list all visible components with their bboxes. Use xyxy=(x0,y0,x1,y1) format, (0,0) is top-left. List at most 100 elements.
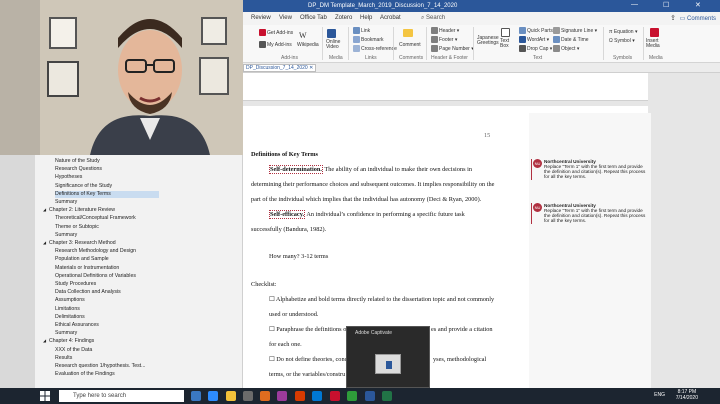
tab-office-tab[interactable]: Office Tab xyxy=(300,15,327,21)
nav-item[interactable]: Population and Sample xyxy=(55,256,159,263)
my-addins-button[interactable]: My Add-ins xyxy=(259,41,292,48)
nav-item[interactable]: Definitions of Key Terms xyxy=(55,190,159,198)
nav-item[interactable]: Summary xyxy=(55,330,159,337)
document-tab-label: DP_Discussion_7_14_2020 xyxy=(246,65,308,71)
collapse-caret-icon[interactable]: ◢ xyxy=(43,240,46,245)
text-box-button[interactable]: Text Box xyxy=(500,39,516,49)
nav-item[interactable]: Results xyxy=(55,355,159,362)
tab-view[interactable]: View xyxy=(279,15,292,21)
bookmark-button[interactable]: Bookmark xyxy=(353,36,384,43)
comment-icon[interactable] xyxy=(403,29,414,37)
zoom-icon[interactable] xyxy=(208,391,218,401)
acrobat-icon[interactable] xyxy=(330,391,340,401)
greenshot-icon[interactable] xyxy=(347,391,357,401)
nav-item[interactable]: Summary xyxy=(55,232,159,239)
ribbon-divider xyxy=(426,27,427,60)
tab-help[interactable]: Help xyxy=(360,15,372,21)
nav-item[interactable]: Theme or Subtopic xyxy=(55,224,159,231)
share-icon[interactable]: ⇪ xyxy=(670,14,676,22)
nav-item[interactable]: Summary xyxy=(55,199,159,206)
link-button[interactable]: Link xyxy=(353,27,370,34)
nav-item[interactable]: Operational Definitions of Variables xyxy=(55,273,159,280)
tell-me-search[interactable]: ⌕ Search xyxy=(421,15,445,22)
tab-zotero[interactable]: Zotero xyxy=(335,15,352,21)
footer-button[interactable]: Footer ▾ xyxy=(431,36,457,43)
checklist-item-1: ☐ Alphabetize and bold terms directly re… xyxy=(269,296,495,303)
new-comment-button[interactable]: Comment xyxy=(399,42,421,48)
wikipedia-icon[interactable]: W xyxy=(299,31,307,40)
japanese-greetings-button[interactable]: Japanese Greetings xyxy=(477,36,501,46)
collapse-caret-icon[interactable]: ◢ xyxy=(43,207,46,212)
collapse-caret-icon[interactable]: ◢ xyxy=(43,338,46,343)
equation-button[interactable]: π Equation ▾ xyxy=(609,29,638,35)
wikipedia-button[interactable]: Wikipedia xyxy=(297,42,319,48)
settings-gear-icon[interactable] xyxy=(243,391,253,401)
nav-item[interactable]: Research question 1/hypothesis. Test... xyxy=(55,363,159,370)
nav-item[interactable]: Evaluation of the Findings xyxy=(55,371,159,378)
comments-button[interactable]: ▭ Comments xyxy=(680,15,716,22)
nav-item[interactable]: Hypotheses xyxy=(55,174,159,181)
insert-media-icon[interactable] xyxy=(650,28,660,37)
nav-item[interactable]: Research Methodology and Design xyxy=(55,248,159,255)
chrome-icon[interactable] xyxy=(295,391,305,401)
task-view-icon[interactable] xyxy=(191,391,201,401)
object-button[interactable]: Object ▾ xyxy=(553,45,579,52)
page-number-button[interactable]: Page Number ▾ xyxy=(431,45,474,52)
insert-media-button[interactable]: Insert Media xyxy=(646,39,666,49)
nav-item[interactable]: Data Collection and Analysis xyxy=(55,289,159,296)
windows-start-icon[interactable] xyxy=(40,391,50,401)
wordart-button[interactable]: WordArt ▾ xyxy=(519,36,549,43)
nav-item[interactable]: Nature of the Study xyxy=(55,158,159,165)
word-icon[interactable] xyxy=(365,391,375,401)
store-icon xyxy=(259,29,266,36)
captivate-preview[interactable]: Adobe Captivate xyxy=(346,326,430,388)
symbol-button[interactable]: Ω Symbol ▾ xyxy=(609,38,635,44)
taskbar-search-input[interactable]: Type here to search xyxy=(59,390,184,402)
nav-item[interactable]: Limitations xyxy=(55,306,159,313)
nav-item[interactable]: Significance of the Study xyxy=(55,183,159,190)
cross-reference-button[interactable]: Cross-reference xyxy=(353,45,397,52)
page-number-icon xyxy=(431,45,438,52)
comments-label: Comments xyxy=(686,16,716,22)
app-purple-icon[interactable] xyxy=(277,391,287,401)
app-orange-icon[interactable] xyxy=(260,391,270,401)
header-button[interactable]: Header ▾ xyxy=(431,27,459,34)
text-box-icon[interactable] xyxy=(501,28,511,37)
term-self-determination[interactable]: Self-determination. xyxy=(269,165,323,174)
get-addins-button[interactable]: Get Add-ins xyxy=(259,29,293,36)
nav-item[interactable]: Research Questions xyxy=(55,166,159,173)
drop-cap-button[interactable]: Drop Cap ▾ xyxy=(519,45,552,52)
document-tab[interactable]: DP_Discussion_7_14_2020 ✕ xyxy=(243,64,317,72)
nav-item[interactable]: Assumptions xyxy=(55,297,159,304)
maximize-button[interactable]: ☐ xyxy=(663,1,669,9)
tab-review[interactable]: Review xyxy=(251,15,271,21)
nav-item[interactable]: Materials or Instrumentation xyxy=(55,265,159,272)
quick-parts-button[interactable]: Quick Parts ▾ xyxy=(519,27,557,34)
language-indicator[interactable]: ENG xyxy=(654,392,665,398)
ribbon-divider xyxy=(643,27,644,60)
file-explorer-icon[interactable] xyxy=(226,391,236,401)
close-button[interactable]: ✕ xyxy=(695,1,701,9)
nav-item[interactable]: Ethical Assurances xyxy=(55,322,159,329)
comment-body: Replace “Term 1” with the first term and… xyxy=(544,164,646,180)
nav-item[interactable]: XXX of the Data xyxy=(55,347,159,354)
minimize-button[interactable]: — xyxy=(631,1,638,8)
nav-item[interactable]: Chapter 3: Research Method xyxy=(49,240,153,247)
nav-item[interactable]: Study Procedures xyxy=(55,281,159,288)
taskbar-clock[interactable]: 8:17 PM 7/14/2020 xyxy=(676,389,698,401)
comment-balloon[interactable]: NU Northcentral University Replace “Term… xyxy=(531,159,647,180)
term-self-efficacy[interactable]: Self-efficacy. xyxy=(269,210,306,219)
signature-line-button[interactable]: Signature Line ▾ xyxy=(553,27,597,34)
checklist-item-3-cont: terms, or the variables/constru xyxy=(269,371,346,378)
mail-icon[interactable] xyxy=(312,391,322,401)
nav-item[interactable]: Chapter 4: Findings xyxy=(49,338,153,345)
online-video-button[interactable] xyxy=(327,29,337,38)
comment-balloon[interactable]: NU Northcentral University Replace “Term… xyxy=(531,203,647,224)
page-number: 15 xyxy=(484,132,491,139)
nav-item[interactable]: Theoretical/Conceptual Framework xyxy=(55,215,159,222)
nav-item[interactable]: Delimitations xyxy=(55,314,159,321)
tab-acrobat[interactable]: Acrobat xyxy=(380,15,401,21)
excel-icon[interactable] xyxy=(382,391,392,401)
date-time-button[interactable]: Date & Time xyxy=(553,36,589,43)
nav-item[interactable]: Chapter 2: Literature Review xyxy=(49,207,153,214)
